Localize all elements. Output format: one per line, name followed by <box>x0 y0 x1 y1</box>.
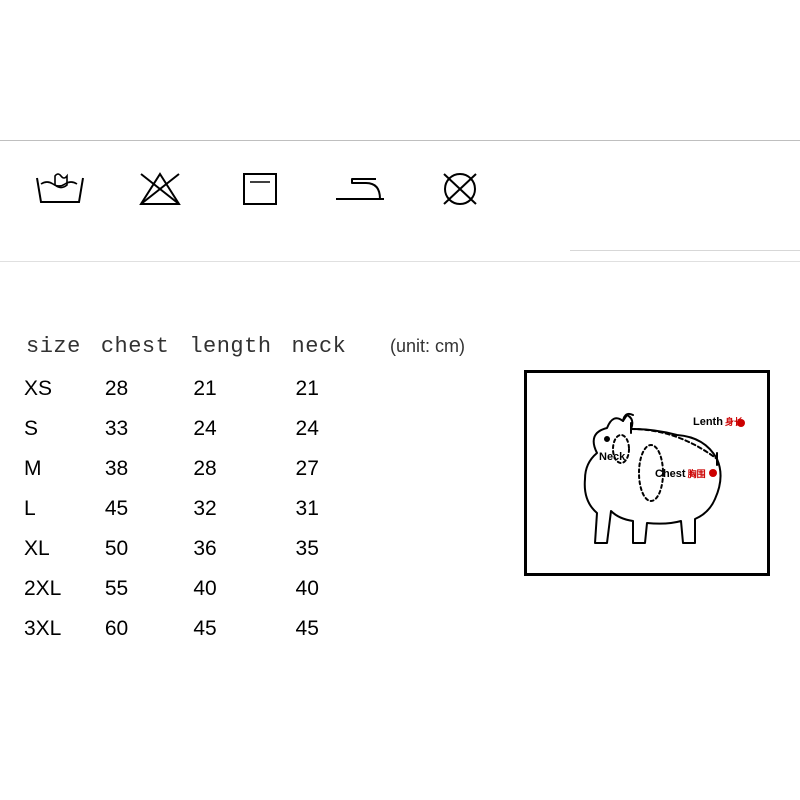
table-row: XL 50 36 35 <box>20 529 360 569</box>
col-neck: neck <box>286 330 361 369</box>
cell-length: 24 <box>183 409 285 449</box>
unit-label: (unit: cm) <box>390 336 465 357</box>
size-chart-page: size chest length neck XS 28 21 21 S 33 … <box>0 0 800 800</box>
cell-neck: 45 <box>286 609 361 649</box>
table-row: S 33 24 24 <box>20 409 360 449</box>
cell-neck: 27 <box>286 449 361 489</box>
cell-length: 36 <box>183 529 285 569</box>
table-row: 2XL 55 40 40 <box>20 569 360 609</box>
col-chest: chest <box>95 330 184 369</box>
cell-chest: 50 <box>95 529 184 569</box>
cell-chest: 55 <box>95 569 184 609</box>
no-dryclean-icon <box>410 168 510 210</box>
table-row: 3XL 60 45 45 <box>20 609 360 649</box>
cell-neck: 40 <box>286 569 361 609</box>
no-bleach-icon <box>110 168 210 210</box>
diagram-label-chest-text: Chest <box>655 468 686 480</box>
diagram-label-chest-cn: 胸围 <box>688 469 706 479</box>
cell-size: XL <box>20 529 95 569</box>
cell-length: 45 <box>183 609 285 649</box>
cell-size: 2XL <box>20 569 95 609</box>
cell-size: S <box>20 409 95 449</box>
hand-wash-icon <box>10 168 110 210</box>
cell-size: 3XL <box>20 609 95 649</box>
table-row: XS 28 21 21 <box>20 369 360 409</box>
cell-neck: 31 <box>286 489 361 529</box>
cell-neck: 35 <box>286 529 361 569</box>
tumble-dry-icon <box>210 168 310 210</box>
decorative-line <box>570 250 800 257</box>
diagram-label-neck-text: Neck <box>599 451 625 463</box>
care-icon-row <box>10 168 510 210</box>
table-row: L 45 32 31 <box>20 489 360 529</box>
cell-neck: 21 <box>286 369 361 409</box>
cell-chest: 38 <box>95 449 184 489</box>
diagram-label-length-cn: 身长 <box>725 417 743 427</box>
size-chart-table: size chest length neck XS 28 21 21 S 33 … <box>20 330 360 649</box>
diagram-label-neck: Neck <box>599 451 627 463</box>
cell-chest: 33 <box>95 409 184 449</box>
col-length: length <box>183 330 285 369</box>
table-row: M 38 28 27 <box>20 449 360 489</box>
cell-length: 21 <box>183 369 285 409</box>
cell-neck: 24 <box>286 409 361 449</box>
diagram-label-chest: Chest胸围 <box>655 467 706 480</box>
col-size: size <box>20 330 95 369</box>
cell-chest: 28 <box>95 369 184 409</box>
iron-icon <box>310 169 410 209</box>
diagram-label-length-text: Lenth <box>693 416 723 428</box>
cell-length: 40 <box>183 569 285 609</box>
cell-size: L <box>20 489 95 529</box>
diagram-label-length: Lenth身长 <box>693 415 743 428</box>
cell-size: XS <box>20 369 95 409</box>
cell-length: 32 <box>183 489 285 529</box>
dog-measurement-diagram: Lenth身长 Neck Chest胸围 <box>524 370 770 576</box>
cell-length: 28 <box>183 449 285 489</box>
cell-chest: 60 <box>95 609 184 649</box>
cell-chest: 45 <box>95 489 184 529</box>
cell-size: M <box>20 449 95 489</box>
